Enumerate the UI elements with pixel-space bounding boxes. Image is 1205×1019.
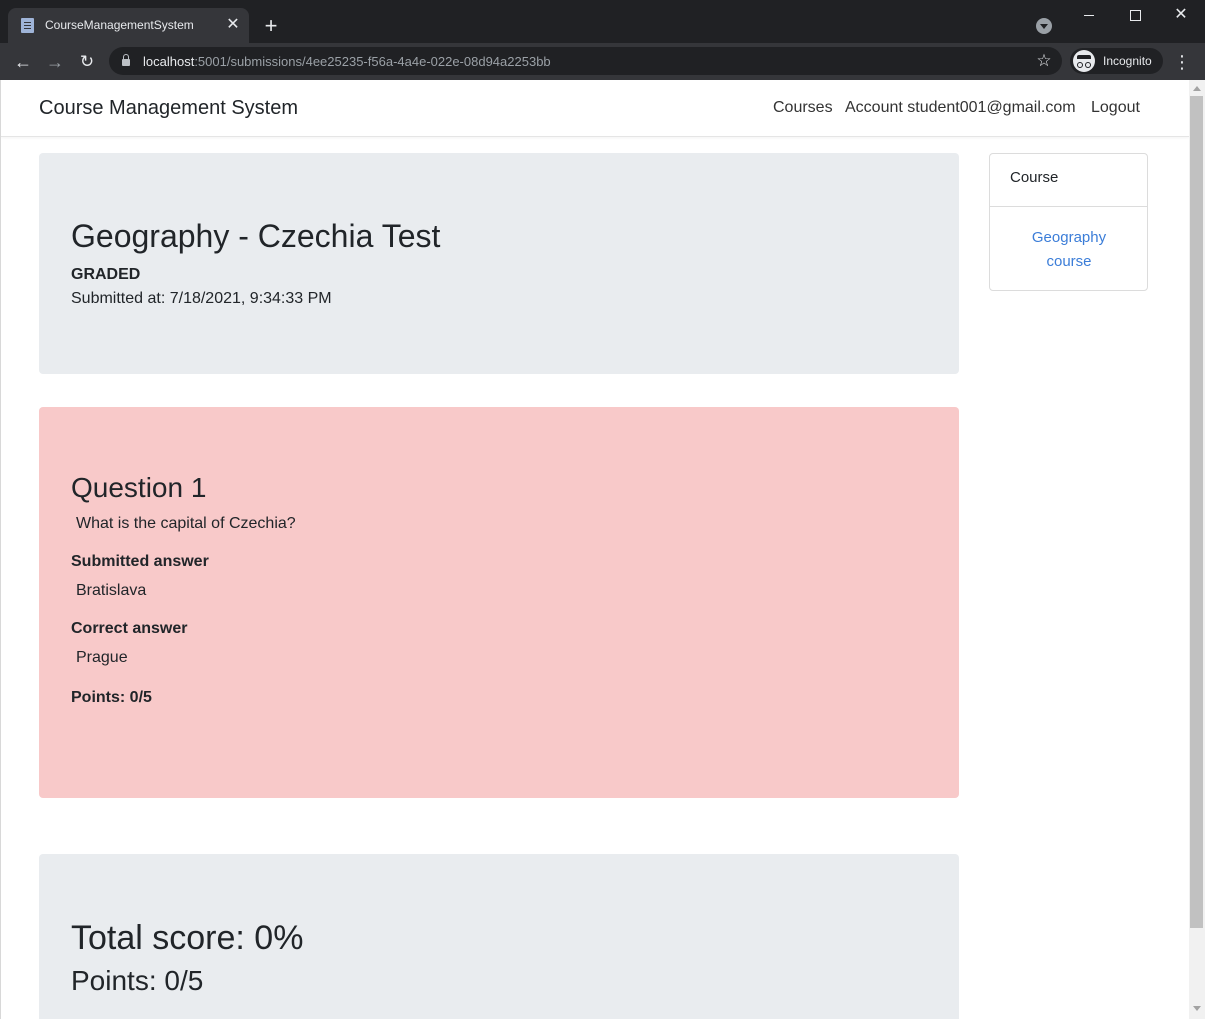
course-sidebar-header: Course (990, 154, 1147, 207)
incognito-badge[interactable]: Incognito (1070, 48, 1163, 74)
tab-search-icon[interactable] (1036, 18, 1052, 34)
total-score-card: Total score: 0% Points: 0/5 (39, 854, 959, 1019)
url-host: localhost (143, 54, 195, 69)
course-sidebar-card: Course Geography course (989, 153, 1148, 291)
page-favicon-icon (21, 18, 34, 33)
page-viewport: Course Management System Courses Account… (0, 80, 1189, 1019)
question-title: Question 1 (71, 472, 207, 503)
address-bar[interactable]: localhost:5001/submissions/4ee25235-f56a… (109, 47, 1062, 75)
page-title: Geography - Czechia Test (71, 218, 441, 254)
window-minimize-button[interactable] (1066, 0, 1112, 30)
back-arrow-icon[interactable]: ← (9, 48, 37, 76)
total-score: Total score: 0% (71, 919, 304, 957)
new-tab-button[interactable]: + (259, 15, 283, 39)
incognito-label: Incognito (1103, 54, 1152, 68)
course-sidebar-title: Course (1010, 169, 1059, 186)
browser-toolbar: ← → ↻ localhost:5001/submissions/4ee2523… (0, 43, 1205, 80)
submitted-answer-label: Submitted answer (71, 553, 209, 570)
window-close-button[interactable]: ✕ (1158, 0, 1204, 30)
site-navbar: Course Management System Courses Account… (1, 80, 1189, 137)
total-points: Points: 0/5 (71, 965, 204, 996)
scroll-down-arrow-icon[interactable] (1193, 1006, 1201, 1011)
lock-icon[interactable] (122, 54, 130, 66)
window-maximize-button[interactable] (1112, 0, 1158, 30)
kebab-menu-icon[interactable]: ⋮ (1172, 50, 1192, 74)
correct-answer-value: Prague (76, 649, 128, 666)
reload-icon[interactable]: ↻ (73, 48, 101, 76)
browser-tab[interactable]: CourseManagementSystem ✕ (8, 8, 249, 43)
close-tab-icon[interactable]: ✕ (223, 15, 243, 35)
bookmark-star-icon[interactable]: ☆ (1034, 51, 1054, 71)
submitted-at-text: Submitted at: 7/18/2021, 9:34:33 PM (71, 290, 332, 307)
status-badge: GRADED (71, 266, 141, 283)
question-points: Points: 0/5 (71, 689, 152, 706)
browser-tabstrip: CourseManagementSystem ✕ + ✕ (0, 0, 1205, 43)
url-path: :5001/submissions/4ee25235-f56a-4a4e-022… (194, 54, 551, 69)
course-link[interactable]: Geography course (1010, 226, 1128, 274)
scroll-up-arrow-icon[interactable] (1193, 86, 1201, 91)
submission-header-card: Geography - Czechia Test GRADED Submitte… (39, 153, 959, 374)
brand-link[interactable]: Course Management System (39, 97, 298, 120)
scrollbar-thumb[interactable] (1190, 96, 1203, 928)
nav-account-link[interactable]: Account student001@gmail.com (845, 99, 1076, 117)
url-text[interactable]: localhost:5001/submissions/4ee25235-f56a… (143, 54, 551, 69)
forward-arrow-icon[interactable]: → (41, 48, 69, 76)
page-scrollbar[interactable] (1189, 80, 1205, 1019)
correct-answer-label: Correct answer (71, 620, 188, 637)
question-text: What is the capital of Czechia? (76, 515, 296, 532)
nav-courses-link[interactable]: Courses (773, 99, 833, 117)
nav-logout-link[interactable]: Logout (1091, 99, 1140, 117)
tab-title: CourseManagementSystem (45, 18, 194, 32)
question-card: Question 1 What is the capital of Czechi… (39, 407, 959, 798)
incognito-icon (1073, 50, 1095, 72)
submitted-answer-value: Bratislava (76, 582, 147, 599)
